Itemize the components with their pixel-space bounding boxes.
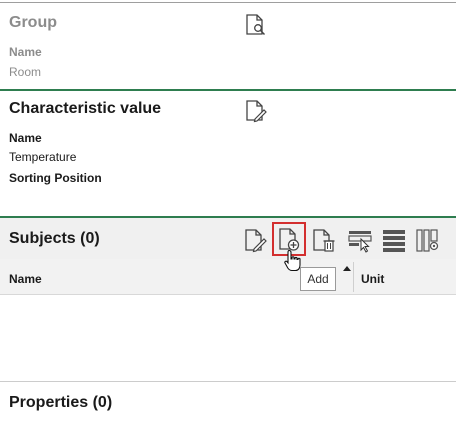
edit-button[interactable] bbox=[243, 226, 269, 254]
group-title: Group bbox=[9, 14, 57, 31]
column-header-name[interactable]: Name bbox=[9, 272, 42, 286]
search-document-icon[interactable] bbox=[244, 13, 268, 37]
table-header bbox=[0, 259, 456, 295]
select-row-icon bbox=[348, 231, 372, 253]
properties-section: Properties (0) bbox=[0, 382, 456, 429]
add-tooltip: Add bbox=[300, 267, 336, 291]
list-view-icon bbox=[383, 230, 405, 252]
subjects-title: Subjects (0) bbox=[9, 230, 100, 247]
characteristic-name-label: Name bbox=[9, 131, 42, 145]
sorting-position-label: Sorting Position bbox=[9, 171, 102, 185]
sort-ascending-icon[interactable] bbox=[343, 266, 351, 271]
group-name-label: Name bbox=[9, 45, 42, 59]
properties-title: Properties (0) bbox=[9, 394, 113, 411]
edit-document-icon bbox=[245, 229, 267, 253]
list-view-button[interactable] bbox=[381, 226, 407, 254]
column-settings-icon bbox=[416, 229, 439, 252]
characteristic-section: Characteristic value Name Temperature So… bbox=[0, 91, 456, 217]
characteristic-name-value: Temperature bbox=[9, 150, 77, 164]
characteristic-title: Characteristic value bbox=[9, 100, 162, 117]
delete-button[interactable] bbox=[311, 226, 337, 254]
edit-document-icon[interactable] bbox=[244, 99, 268, 123]
column-header-unit[interactable]: Unit bbox=[361, 272, 384, 286]
column-settings-button[interactable] bbox=[415, 226, 441, 254]
group-name-value: Room bbox=[9, 65, 42, 79]
group-section: Group Name Room bbox=[0, 0, 456, 90]
select-rows-button[interactable] bbox=[347, 226, 373, 254]
column-separator[interactable] bbox=[353, 262, 354, 292]
delete-document-icon bbox=[313, 229, 335, 252]
